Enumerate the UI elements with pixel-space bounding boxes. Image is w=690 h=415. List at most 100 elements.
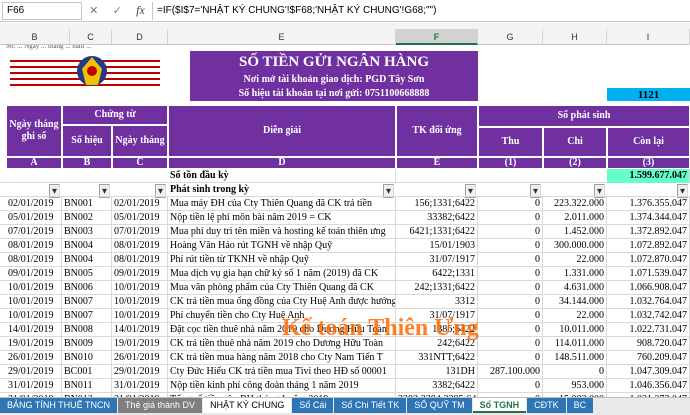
cell-desc[interactable]: Hoàng Văn Hảo rút TGNH về nhập Quỹ: [168, 239, 396, 253]
worksheet[interactable]: Số: ... Ngày ... tháng ... năm ... SỐ TI…: [0, 45, 690, 397]
sheet-tab[interactable]: SỔ QUỸ TM: [407, 398, 472, 413]
cell-bal[interactable]: 1.032.764.047: [607, 295, 690, 309]
col-header-d[interactable]: D: [112, 29, 168, 45]
cell-docdate[interactable]: 10/01/2019: [112, 295, 168, 309]
cell-desc[interactable]: Cty Đức Hiếu CK trả tiền mua Tivi theo H…: [168, 365, 396, 379]
cell-acct[interactable]: 31/07/1917: [396, 253, 478, 267]
cell-chi[interactable]: 0: [543, 365, 607, 379]
cell-desc[interactable]: Nộp tiền kinh phí công đoàn tháng 1 năm …: [168, 379, 396, 393]
cell-docdate[interactable]: 02/01/2019: [112, 197, 168, 211]
cell-date[interactable]: 29/01/2019: [6, 365, 62, 379]
cell-chi[interactable]: 10.011.000: [543, 323, 607, 337]
cell-doc[interactable]: BN007: [62, 295, 112, 309]
sheet-tab[interactable]: Sổ Chi Tiết TK: [334, 398, 407, 413]
cell-doc[interactable]: BN011: [62, 379, 112, 393]
cell-doc[interactable]: BN002: [62, 211, 112, 225]
cell-bal[interactable]: 760.209.047: [607, 351, 690, 365]
cell-acct[interactable]: 6422;1331: [396, 267, 478, 281]
cell-thu[interactable]: 0: [478, 337, 543, 351]
cell-acct[interactable]: 242;6422: [396, 337, 478, 351]
cell-bal[interactable]: 1.071.539.047: [607, 267, 690, 281]
cell-acct[interactable]: 3382;6422: [396, 379, 478, 393]
filter-dropdown-icon[interactable]: ▾: [677, 184, 688, 198]
account-code[interactable]: 1121: [607, 88, 690, 101]
cell-thu[interactable]: 0: [478, 323, 543, 337]
cell-bal[interactable]: 1.072.870.047: [607, 253, 690, 267]
cell-acct[interactable]: 1386;6422: [396, 323, 478, 337]
name-box[interactable]: F66: [2, 1, 82, 20]
filter-dropdown-icon[interactable]: ▾: [465, 184, 476, 198]
table-row[interactable]: 10/01/2019 BN006 10/01/2019 Mua văn phòng p…: [0, 281, 690, 295]
cell-acct[interactable]: 33382;6422: [396, 211, 478, 225]
cell-doc[interactable]: BN006: [62, 281, 112, 295]
cell-date[interactable]: 19/01/2019: [6, 337, 62, 351]
cell-desc[interactable]: CK trả tiền mua hàng năm 2018 cho Cty Na…: [168, 351, 396, 365]
cell-chi[interactable]: 114.011.000: [543, 337, 607, 351]
col-header-c[interactable]: C: [70, 29, 112, 45]
filter-dropdown-icon[interactable]: ▾: [594, 184, 605, 198]
cell-doc[interactable]: BN010: [62, 351, 112, 365]
cell-desc[interactable]: Phí chuyển tiền cho Cty Huệ Anh: [168, 309, 396, 323]
sheet-tab[interactable]: Sổ TGNH: [472, 398, 527, 413]
cell-chi[interactable]: 22.000: [543, 309, 607, 323]
cell-chi[interactable]: 22.000: [543, 253, 607, 267]
table-row[interactable]: 31/01/2019 BN011 31/01/2019 Nộp tiền kinh p…: [0, 379, 690, 393]
cell-thu[interactable]: 0: [478, 309, 543, 323]
table-row[interactable]: 08/01/2019 BN004 08/01/2019 Hoàng Văn Hảo r…: [0, 239, 690, 253]
formula-input[interactable]: =IF($I$7='NHẬT KÝ CHUNG'!$F68;'NHẬT KÝ C…: [152, 1, 690, 20]
cell-acct[interactable]: 131DH: [396, 365, 478, 379]
cell-thu[interactable]: 0: [478, 211, 543, 225]
enter-icon[interactable]: ✓: [113, 4, 122, 17]
cell-bal[interactable]: 1.376.355.047: [607, 197, 690, 211]
cell-date[interactable]: 07/01/2019: [6, 225, 62, 239]
cell-date[interactable]: 26/01/2019: [6, 351, 62, 365]
cell-desc[interactable]: Mua văn phòng phẩm của Cty Thiên Quang đ…: [168, 281, 396, 295]
cell-date[interactable]: 08/01/2019: [6, 253, 62, 267]
cell-thu[interactable]: 0: [478, 225, 543, 239]
filter-dropdown-icon[interactable]: ▾: [99, 184, 110, 198]
table-row[interactable]: 14/01/2019 BN008 14/01/2019 Đặt cọc tiền th…: [0, 323, 690, 337]
cell-bal[interactable]: 1.032.742.047: [607, 309, 690, 323]
cell-docdate[interactable]: 29/01/2019: [112, 365, 168, 379]
cell-bal[interactable]: 908.720.047: [607, 337, 690, 351]
cell-doc[interactable]: BN003: [62, 225, 112, 239]
cell-date[interactable]: 10/01/2019: [6, 295, 62, 309]
cell-bal[interactable]: 1.372.892.047: [607, 225, 690, 239]
filter-dropdown-icon[interactable]: ▾: [155, 184, 166, 198]
cell-bal[interactable]: 1.022.731.047: [607, 323, 690, 337]
table-row[interactable]: 26/01/2019 BN010 26/01/2019 CK trả tiền mua…: [0, 351, 690, 365]
opening-balance-row[interactable]: Số tồn đầu kỳ 1.599.677.047: [0, 169, 690, 183]
cell-bal[interactable]: 1.072.892.047: [607, 239, 690, 253]
cell-chi[interactable]: 1.331.000: [543, 267, 607, 281]
cell-thu[interactable]: 0: [478, 281, 543, 295]
cell-doc[interactable]: BC001: [62, 365, 112, 379]
table-row[interactable]: 10/01/2019 BN007 10/01/2019 Phí chuyển tiền…: [0, 309, 690, 323]
cell-docdate[interactable]: 10/01/2019: [112, 309, 168, 323]
col-header-h[interactable]: H: [543, 29, 607, 45]
cell-acct[interactable]: 3312: [396, 295, 478, 309]
cell-desc[interactable]: Mua dịch vụ gia hạn chữ ký số 1 năm (201…: [168, 267, 396, 281]
sheet-tab[interactable]: Sổ Cái: [292, 398, 334, 413]
table-row[interactable]: 29/01/2019 BC001 29/01/2019 Cty Đức Hiếu CK…: [0, 365, 690, 379]
cell-bal[interactable]: 1.066.908.047: [607, 281, 690, 295]
cell-doc[interactable]: BN004: [62, 239, 112, 253]
cell-chi[interactable]: 1.452.000: [543, 225, 607, 239]
cell-doc[interactable]: BN008: [62, 323, 112, 337]
table-row[interactable]: 10/01/2019 BN007 10/01/2019 CK trả tiền mua…: [0, 295, 690, 309]
cell-docdate[interactable]: 07/01/2019: [112, 225, 168, 239]
cell-desc[interactable]: CK trả tiền thuê nhà năm 2019 cho Dương …: [168, 337, 396, 351]
cell-thu[interactable]: 0: [478, 295, 543, 309]
cell-bal[interactable]: 1.046.356.047: [607, 379, 690, 393]
table-row[interactable]: 05/01/2019 BN002 05/01/2019 Nộp tiền lệ phí…: [0, 211, 690, 225]
cell-thu[interactable]: 0: [478, 267, 543, 281]
cell-doc[interactable]: BN009: [62, 337, 112, 351]
cell-date[interactable]: 08/01/2019: [6, 239, 62, 253]
cell-doc[interactable]: BN005: [62, 267, 112, 281]
cell-acct[interactable]: 331NTT;6422: [396, 351, 478, 365]
cell-chi[interactable]: 953.000: [543, 379, 607, 393]
cell-doc[interactable]: BN001: [62, 197, 112, 211]
cell-thu[interactable]: 0: [478, 379, 543, 393]
cell-thu[interactable]: 287.100.000: [478, 365, 543, 379]
filter-dropdown-icon[interactable]: ▾: [49, 184, 60, 198]
cell-date[interactable]: 09/01/2019: [6, 267, 62, 281]
